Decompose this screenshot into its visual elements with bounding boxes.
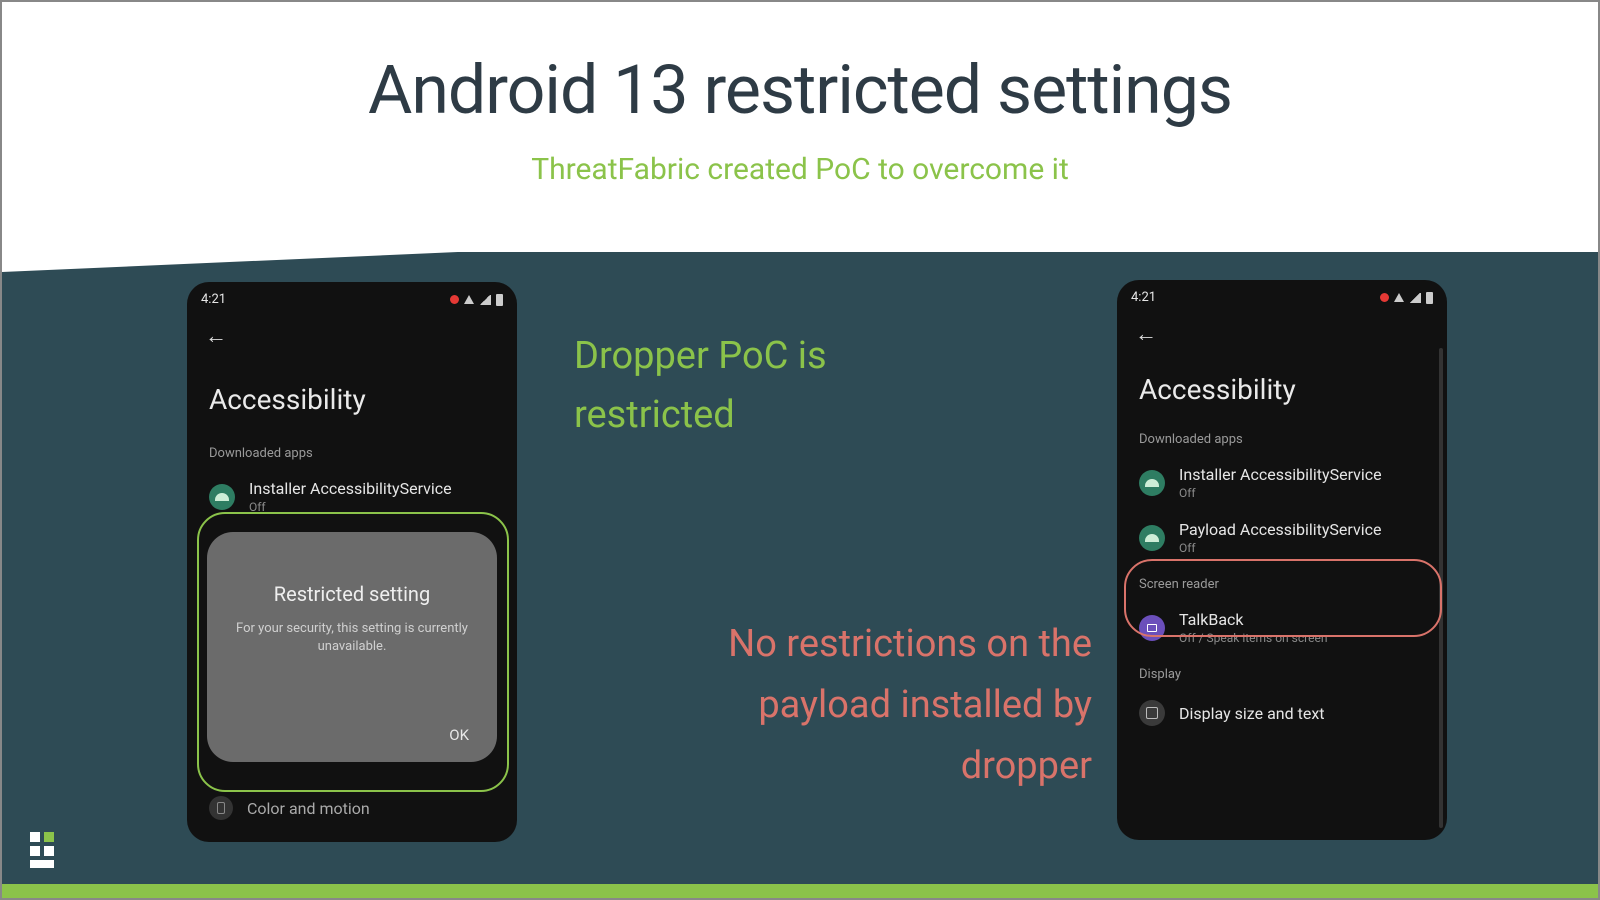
status-bar: 4:21 <box>187 282 517 313</box>
item-sub: Off <box>1179 486 1382 500</box>
recording-icon <box>450 295 459 304</box>
slide-subtitle: ThreatFabric created PoC to overcome it <box>2 152 1598 187</box>
footer-bar <box>2 884 1598 898</box>
installer-service-item[interactable]: Installer AccessibilityService Off <box>1117 455 1447 510</box>
status-bar: 4:21 <box>1117 280 1447 311</box>
android-app-icon <box>1139 470 1165 496</box>
slide: Android 13 restricted settings ThreatFab… <box>0 0 1600 900</box>
section-downloaded: Downloaded apps <box>1117 420 1447 455</box>
section-display: Display <box>1117 655 1447 690</box>
android-app-icon <box>209 484 235 510</box>
red-highlight <box>1124 559 1442 637</box>
android-app-icon <box>1139 525 1165 551</box>
color-motion-icon <box>209 796 233 820</box>
battery-icon <box>1426 292 1433 304</box>
payload-service-item[interactable]: Payload AccessibilityService Off <box>1117 510 1447 565</box>
display-size-icon <box>1139 700 1165 726</box>
signal-icon <box>479 295 491 305</box>
wifi-icon <box>1394 293 1404 302</box>
caption-right: No restrictions on the payload installed… <box>662 614 1092 796</box>
wifi-icon <box>464 295 474 304</box>
status-time: 4:21 <box>201 292 226 307</box>
slide-title: Android 13 restricted settings <box>2 50 1598 130</box>
status-time: 4:21 <box>1131 290 1156 305</box>
recording-icon <box>1380 293 1389 302</box>
color-motion-label: Color and motion <box>247 799 370 818</box>
status-icons <box>450 294 503 306</box>
accessibility-title: Accessibility <box>187 357 517 434</box>
caption-left: Dropper PoC is restricted <box>574 327 914 445</box>
signal-icon <box>1409 293 1421 303</box>
item-sub: Off <box>1179 541 1381 555</box>
accessibility-title: Accessibility <box>1117 355 1447 420</box>
item-title: Installer AccessibilityService <box>249 479 452 498</box>
header: Android 13 restricted settings ThreatFab… <box>2 2 1598 252</box>
status-icons <box>1380 292 1433 304</box>
display-size-item[interactable]: Display size and text <box>1117 690 1447 736</box>
back-icon[interactable]: ← <box>1117 311 1447 355</box>
battery-icon <box>496 294 503 306</box>
item-title: Display size and text <box>1179 704 1324 723</box>
item-title: Payload AccessibilityService <box>1179 520 1381 539</box>
green-highlight <box>197 512 509 792</box>
threatfabric-logo <box>28 828 72 870</box>
item-title: Installer AccessibilityService <box>1179 465 1382 484</box>
section-downloaded: Downloaded apps <box>187 434 517 469</box>
back-icon[interactable]: ← <box>187 313 517 357</box>
